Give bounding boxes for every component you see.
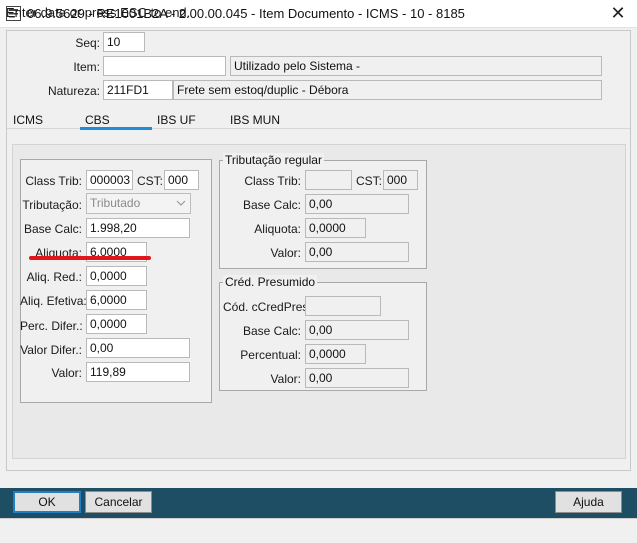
ok-button[interactable]: OK bbox=[13, 491, 81, 513]
aliq-red-label: Aliq. Red.: bbox=[26, 270, 82, 284]
seq-label: Seq: bbox=[75, 36, 100, 50]
status-bar bbox=[0, 518, 637, 543]
perc-difer-label: Perc. Difer.: bbox=[20, 319, 83, 333]
class-trib-label: Class Trib: bbox=[25, 174, 82, 188]
reg-class-trib-input[interactable] bbox=[305, 170, 352, 190]
cancel-button[interactable]: Cancelar bbox=[85, 491, 152, 513]
item-input[interactable] bbox=[103, 56, 226, 76]
cp-percentual-input[interactable]: 0,0000 bbox=[305, 344, 366, 364]
seq-input[interactable]: 10 bbox=[103, 32, 145, 52]
reg-aliquota-label: Aliquota: bbox=[254, 222, 301, 236]
reg-aliquota-input[interactable]: 0,0000 bbox=[305, 218, 366, 238]
reg-valor-label: Valor: bbox=[270, 246, 301, 260]
status-text: Enter data or press ESC to end. bbox=[6, 5, 191, 20]
tab-ibs-uf[interactable]: IBS UF bbox=[157, 113, 196, 127]
cp-base-calc-input[interactable]: 0,00 bbox=[305, 320, 409, 340]
tributacao-select[interactable]: Tributado bbox=[86, 193, 191, 214]
tributacao-label: Tributação: bbox=[22, 198, 82, 212]
cp-percentual-label: Percentual: bbox=[240, 348, 301, 362]
red-underline-annotation bbox=[29, 256, 151, 260]
class-trib-input[interactable]: 000003 bbox=[86, 170, 133, 190]
reg-class-trib-label: Class Trib: bbox=[244, 174, 301, 188]
help-button[interactable]: Ajuda bbox=[555, 491, 622, 513]
natureza-input[interactable]: 211FD1 bbox=[103, 80, 173, 100]
valor-label: Valor: bbox=[51, 366, 82, 380]
cp-base-calc-label: Base Calc: bbox=[242, 324, 301, 338]
chevron-down-icon bbox=[176, 200, 186, 206]
natureza-description: Frete sem estoq/duplic - Débora bbox=[173, 80, 602, 100]
close-icon[interactable]: ✕ bbox=[603, 2, 633, 24]
reg-base-calc-label: Base Calc: bbox=[242, 198, 301, 212]
valor-input[interactable]: 119,89 bbox=[86, 362, 190, 382]
aliq-efetiva-label: Aliq. Efetiva: bbox=[20, 294, 87, 308]
natureza-label: Natureza: bbox=[47, 84, 100, 98]
cod-ccredpres-input[interactable] bbox=[305, 296, 381, 316]
tab-ibs-mun[interactable]: IBS MUN bbox=[230, 113, 280, 127]
cod-ccredpres-label: Cód. cCredPres: bbox=[223, 300, 312, 314]
tributacao-regular-title: Tributação regular bbox=[223, 153, 324, 167]
active-tab-indicator bbox=[80, 127, 152, 130]
tab-icms[interactable]: ICMS bbox=[13, 113, 43, 127]
aliq-red-input[interactable]: 0,0000 bbox=[86, 266, 147, 286]
cp-valor-label: Valor: bbox=[270, 372, 301, 386]
reg-valor-input[interactable]: 0,00 bbox=[305, 242, 409, 262]
base-calc-label: Base Calc: bbox=[23, 222, 82, 236]
item-label: Item: bbox=[73, 60, 100, 74]
perc-difer-input[interactable]: 0,0000 bbox=[86, 314, 147, 334]
reg-base-calc-input[interactable]: 0,00 bbox=[305, 194, 409, 214]
cst-input[interactable]: 000 bbox=[164, 170, 199, 190]
cst-label: CST: bbox=[137, 174, 164, 188]
item-description: Utilizado pelo Sistema - bbox=[230, 56, 602, 76]
reg-cst-input[interactable]: 000 bbox=[383, 170, 418, 190]
cp-valor-input[interactable]: 0,00 bbox=[305, 368, 409, 388]
reg-cst-label: CST: bbox=[356, 174, 383, 188]
tab-cbs[interactable]: CBS bbox=[85, 113, 110, 127]
tributacao-value: Tributado bbox=[90, 196, 141, 210]
valor-difer-input[interactable]: 0,00 bbox=[86, 338, 190, 358]
base-calc-input[interactable]: 1.998,20 bbox=[86, 218, 190, 238]
aliq-efetiva-input[interactable]: 6,0000 bbox=[86, 290, 147, 310]
valor-difer-label: Valor Difer.: bbox=[20, 343, 82, 357]
cred-presumido-title: Créd. Presumido bbox=[223, 275, 318, 289]
